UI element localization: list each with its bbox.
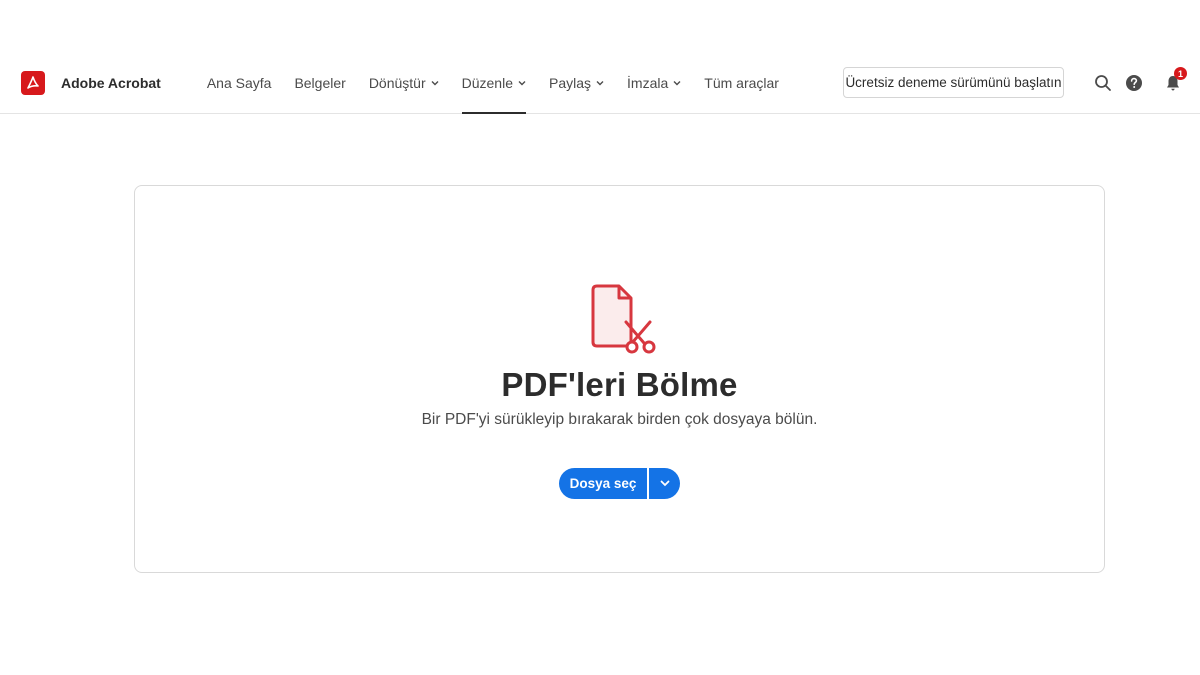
help-icon[interactable] [1124, 73, 1144, 93]
chevron-down-icon [431, 80, 439, 86]
nav-label: Tüm araçlar [704, 74, 779, 91]
nav-item-edit[interactable]: Düzenle [461, 52, 527, 114]
page-title: PDF'leri Bölme [501, 366, 738, 403]
nav-label: Belgeler [294, 74, 346, 91]
nav-label: İmzala [627, 74, 669, 91]
split-pdf-dropzone[interactable]: PDF'leri Bölme Bir PDF'yi sürükleyip bır… [134, 185, 1105, 573]
nav-item-documents[interactable]: Belgeler [294, 52, 345, 113]
acrobat-logo-icon [21, 70, 45, 95]
select-file-options-button[interactable] [649, 468, 680, 499]
chevron-down-icon [660, 480, 670, 487]
main-nav: Ana Sayfa Belgeler Dönüştür Düzenle Payl… [207, 52, 802, 114]
nav-label: Dönüştür [368, 74, 426, 91]
page-subtitle: Bir PDF'yi sürükleyip bırakarak birden ç… [421, 411, 818, 428]
chevron-down-icon [518, 80, 526, 86]
nav-item-sign[interactable]: İmzala [627, 52, 681, 113]
nav-label: Ana Sayfa [206, 74, 272, 91]
top-navigation-bar: Adobe Acrobat Ana Sayfa Belgeler Dönüştü… [0, 52, 1200, 114]
nav-item-home[interactable]: Ana Sayfa [207, 52, 272, 113]
nav-item-convert[interactable]: Dönüştür [369, 52, 439, 113]
select-file-button-group: Dosya seç [559, 468, 680, 499]
nav-label: Düzenle [461, 74, 513, 91]
select-file-button[interactable]: Dosya seç [559, 468, 647, 499]
nav-label: Paylaş [549, 74, 592, 91]
nav-item-all-tools[interactable]: Tüm araçlar [704, 52, 779, 113]
start-free-trial-button[interactable]: Ücretsiz deneme sürümünü başlatın [843, 67, 1064, 98]
nav-item-share[interactable]: Paylaş [549, 52, 604, 113]
search-icon[interactable] [1093, 73, 1113, 93]
brand[interactable]: Adobe Acrobat [21, 52, 161, 113]
chevron-down-icon [673, 80, 681, 86]
split-pdf-icon [590, 284, 658, 361]
app-name: Adobe Acrobat [61, 74, 161, 91]
chevron-down-icon [596, 80, 604, 86]
notification-badge: 1 [1174, 67, 1187, 80]
